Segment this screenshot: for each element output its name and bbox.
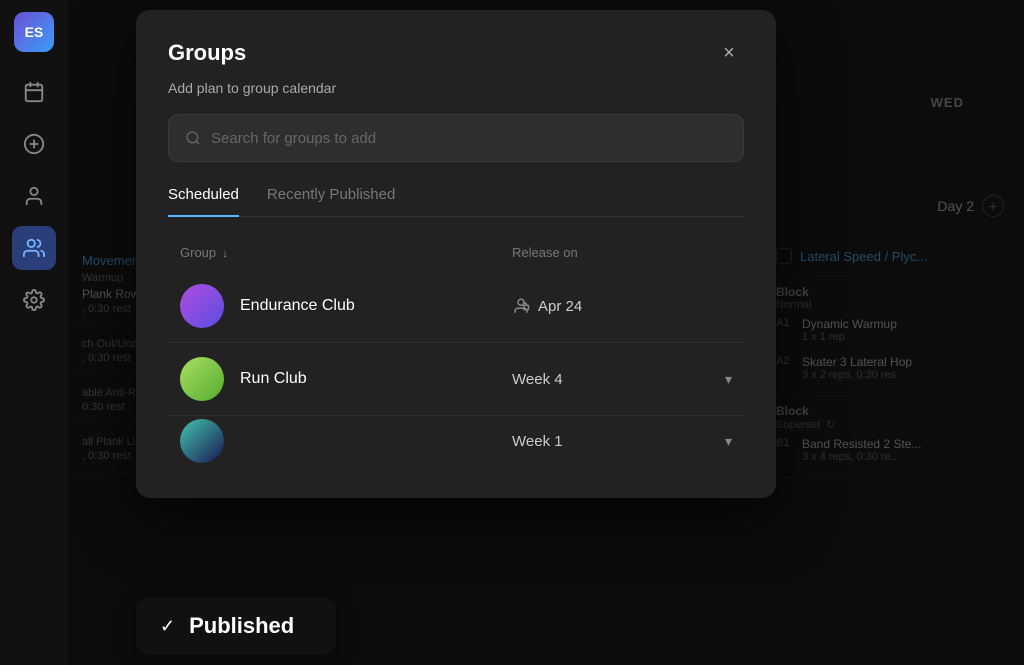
sidebar-item-user[interactable] <box>12 174 56 218</box>
search-icon <box>185 130 201 146</box>
col-group-label: Group <box>180 245 216 260</box>
sidebar: ES <box>0 0 68 665</box>
check-icon: ✓ <box>160 616 175 637</box>
sidebar-item-groups[interactable] <box>12 226 56 270</box>
table-header: Group ↓ Release on <box>168 245 744 270</box>
run-dropdown-arrow[interactable]: ▾ <box>725 371 732 388</box>
run-name: Run Club <box>240 370 512 388</box>
tab-recently-published[interactable]: Recently Published <box>267 186 395 217</box>
sort-icon[interactable]: ↓ <box>222 246 228 260</box>
sidebar-item-calendar[interactable] <box>12 70 56 114</box>
avatar[interactable]: ES <box>14 12 54 52</box>
group-row-endurance[interactable]: Endurance Club Apr 24 <box>168 270 744 343</box>
tab-scheduled[interactable]: Scheduled <box>168 186 239 217</box>
group-row-partial[interactable]: Week 1 ▾ <box>168 416 744 466</box>
published-label: Published <box>189 613 294 639</box>
sidebar-item-settings[interactable] <box>12 278 56 322</box>
search-input[interactable] <box>211 130 727 147</box>
endurance-release-text: Apr 24 <box>538 298 582 315</box>
main-content: WED Day 2 + Movement Q... ⋮ Warmup Plank… <box>68 0 1024 665</box>
modal-title: Groups <box>168 40 246 66</box>
published-toast: ✓ Published <box>136 597 336 655</box>
partial-avatar <box>180 419 224 463</box>
search-box[interactable] <box>168 114 744 162</box>
user-lock-icon <box>512 297 530 315</box>
partial-release: Week 1 ▾ <box>512 433 732 450</box>
groups-modal: Groups × Add plan to group calendar Sche… <box>136 10 776 498</box>
endurance-avatar <box>180 284 224 328</box>
endurance-name: Endurance Club <box>240 297 512 315</box>
partial-release-text: Week 1 <box>512 433 563 450</box>
partial-dropdown-arrow[interactable]: ▾ <box>725 433 732 450</box>
tabs: Scheduled Recently Published <box>168 186 744 217</box>
col-release-label: Release on <box>512 245 732 260</box>
sidebar-item-billing[interactable] <box>12 122 56 166</box>
modal-header: Groups × <box>168 38 744 68</box>
run-release-text: Week 4 <box>512 371 563 388</box>
group-row-run[interactable]: Run Club Week 4 ▾ <box>168 343 744 416</box>
run-release: Week 4 ▾ <box>512 371 732 388</box>
endurance-release: Apr 24 <box>512 297 732 315</box>
close-button[interactable]: × <box>714 38 744 68</box>
modal-subtitle: Add plan to group calendar <box>168 80 744 96</box>
run-avatar <box>180 357 224 401</box>
